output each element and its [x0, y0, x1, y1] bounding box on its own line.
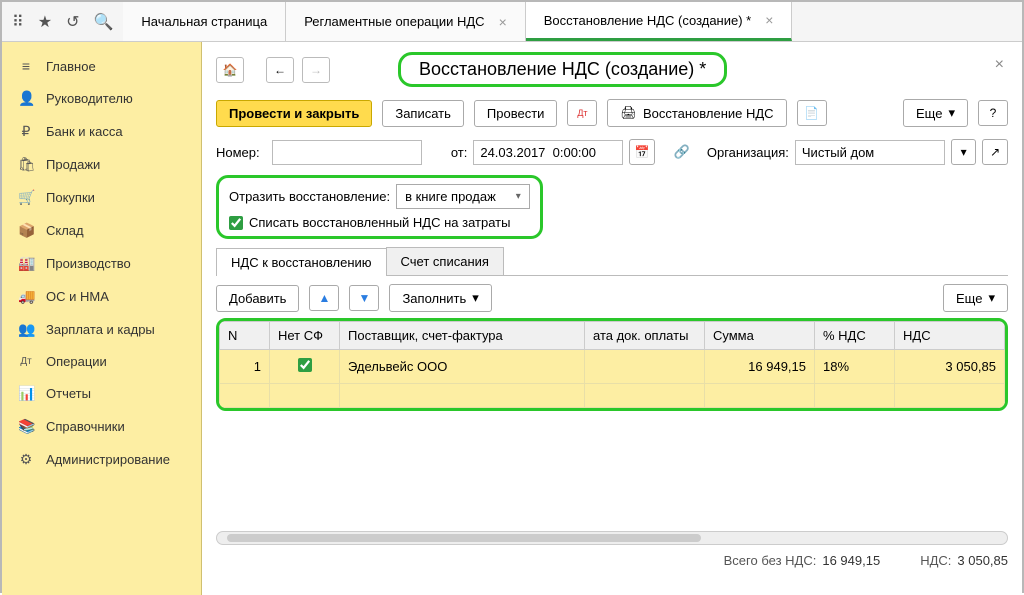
post-button[interactable]: Провести: [474, 100, 558, 127]
highlight-restore-options: Отразить восстановление: в книге продаж …: [216, 175, 543, 239]
writeoff-label: Списать восстановленный НДС на затраты: [249, 215, 510, 230]
tab-restore-vat[interactable]: Восстановление НДС (создание) *×: [526, 2, 793, 41]
sidebar-item-admin[interactable]: ⚙Администрирование: [2, 443, 201, 476]
search-icon[interactable]: 🔍: [93, 12, 113, 32]
post-close-button[interactable]: Провести и закрыть: [216, 100, 372, 127]
sidebar-item-main[interactable]: ≡Главное: [2, 50, 201, 82]
vat-table: N Нет СФ Поставщик, счет-фактура ата док…: [216, 318, 1008, 411]
printer-icon: 🖨: [620, 105, 637, 121]
sidebar-item-operations[interactable]: ДтОперации: [2, 346, 201, 377]
move-down-button[interactable]: ▼: [349, 285, 379, 311]
top-toolbar: ⠿ ★ ↺ 🔍 Начальная страница Регламентные …: [2, 2, 1022, 42]
page-title: Восстановление НДС (создание) *: [398, 52, 727, 87]
col-n[interactable]: N: [220, 322, 270, 350]
history-icon[interactable]: ↺: [66, 12, 79, 32]
sidebar-item-sales[interactable]: 🛍Продажи: [2, 148, 201, 181]
cell-nosf[interactable]: [270, 350, 340, 384]
dtkt-icon: Дт: [18, 356, 34, 367]
cell-paydate[interactable]: [585, 350, 705, 384]
sidebar-item-manager[interactable]: 👤Руководителю: [2, 82, 201, 115]
dtkt-button[interactable]: Дт: [567, 100, 597, 126]
truck-icon: 🚚: [18, 288, 34, 305]
menu-icon: ≡: [18, 58, 34, 74]
print-button[interactable]: 🖨Восстановление НДС: [607, 99, 786, 127]
col-nosf[interactable]: Нет СФ: [270, 322, 340, 350]
chart-icon: 📊: [18, 385, 34, 402]
people-icon: 👥: [18, 321, 34, 338]
fill-button[interactable]: Заполнить ▾: [389, 284, 491, 312]
link-icon[interactable]: 🔗: [674, 144, 690, 160]
number-input[interactable]: [272, 140, 422, 165]
tab-home[interactable]: Начальная страница: [123, 2, 286, 41]
help-button[interactable]: ?: [978, 100, 1008, 126]
back-button[interactable]: ←: [266, 57, 294, 83]
cell-sum[interactable]: 16 949,15: [705, 350, 815, 384]
books-icon: 📚: [18, 418, 34, 435]
org-input[interactable]: [795, 140, 945, 165]
col-rate[interactable]: % НДС: [815, 322, 895, 350]
reflect-label: Отразить восстановление:: [229, 189, 390, 204]
from-label: от:: [451, 145, 468, 160]
table-row[interactable]: [220, 384, 1005, 408]
cell-rate[interactable]: 18%: [815, 350, 895, 384]
factory-icon: 🏭: [18, 255, 34, 272]
sidebar-item-hr[interactable]: 👥Зарплата и кадры: [2, 313, 201, 346]
org-label: Организация:: [707, 145, 789, 160]
table-more-button[interactable]: Еще ▾: [943, 284, 1008, 312]
tab-writeoff-account[interactable]: Счет списания: [386, 247, 504, 275]
totals-footer: Всего без НДС:16 949,15 НДС:3 050,85: [216, 545, 1008, 568]
nosf-checkbox[interactable]: [298, 358, 312, 372]
attach-button[interactable]: 📄: [797, 100, 827, 126]
cart-icon: 🛒: [18, 189, 34, 206]
reflect-dropdown[interactable]: в книге продаж: [396, 184, 530, 209]
col-supplier[interactable]: Поставщик, счет-фактура: [340, 322, 585, 350]
sidebar-item-bank[interactable]: ₽Банк и касса: [2, 115, 201, 148]
box-icon: 📦: [18, 222, 34, 239]
person-icon: 👤: [18, 90, 34, 107]
sidebar-item-refs[interactable]: 📚Справочники: [2, 410, 201, 443]
sidebar-item-reports[interactable]: 📊Отчеты: [2, 377, 201, 410]
close-icon[interactable]: ×: [499, 14, 507, 30]
tab-vat-restore[interactable]: НДС к восстановлению: [216, 248, 387, 276]
ruble-icon: ₽: [18, 123, 34, 140]
horizontal-scrollbar[interactable]: [216, 531, 1008, 545]
forward-button[interactable]: →: [302, 57, 330, 83]
sidebar-item-assets[interactable]: 🚚ОС и НМА: [2, 280, 201, 313]
close-panel-icon[interactable]: ×: [995, 56, 1004, 74]
add-row-button[interactable]: Добавить: [216, 285, 299, 312]
col-sum[interactable]: Сумма: [705, 322, 815, 350]
date-input[interactable]: [473, 140, 623, 165]
close-icon[interactable]: ×: [765, 12, 773, 28]
sidebar-item-warehouse[interactable]: 📦Склад: [2, 214, 201, 247]
table-row[interactable]: 1 Эдельвейс ООО 16 949,15 18% 3 050,85: [220, 350, 1005, 384]
number-label: Номер:: [216, 145, 266, 160]
col-paydate[interactable]: ата док. оплаты: [585, 322, 705, 350]
apps-icon[interactable]: ⠿: [12, 12, 24, 32]
content-area: × 🏠 ← → Восстановление НДС (создание) * …: [202, 42, 1022, 595]
sidebar-item-purchases[interactable]: 🛒Покупки: [2, 181, 201, 214]
tab-reglament[interactable]: Регламентные операции НДС×: [286, 2, 526, 41]
cell-supplier[interactable]: Эдельвейс ООО: [340, 350, 585, 384]
writeoff-checkbox[interactable]: [229, 216, 243, 230]
star-icon[interactable]: ★: [38, 12, 52, 32]
move-up-button[interactable]: ▲: [309, 285, 339, 311]
more-button[interactable]: Еще ▾: [903, 99, 968, 127]
sidebar: ≡Главное 👤Руководителю ₽Банк и касса 🛍Пр…: [2, 42, 202, 595]
sidebar-item-production[interactable]: 🏭Производство: [2, 247, 201, 280]
col-vat[interactable]: НДС: [895, 322, 1005, 350]
calendar-button[interactable]: 📅: [629, 139, 655, 165]
home-button[interactable]: 🏠: [216, 57, 244, 83]
cell-vat[interactable]: 3 050,85: [895, 350, 1005, 384]
org-open[interactable]: ↗: [982, 139, 1008, 165]
gear-icon: ⚙: [18, 451, 34, 468]
bag-icon: 🛍: [18, 156, 34, 173]
org-dropdown[interactable]: ▾: [951, 139, 977, 165]
write-button[interactable]: Записать: [382, 100, 464, 127]
cell-n: 1: [220, 350, 270, 384]
